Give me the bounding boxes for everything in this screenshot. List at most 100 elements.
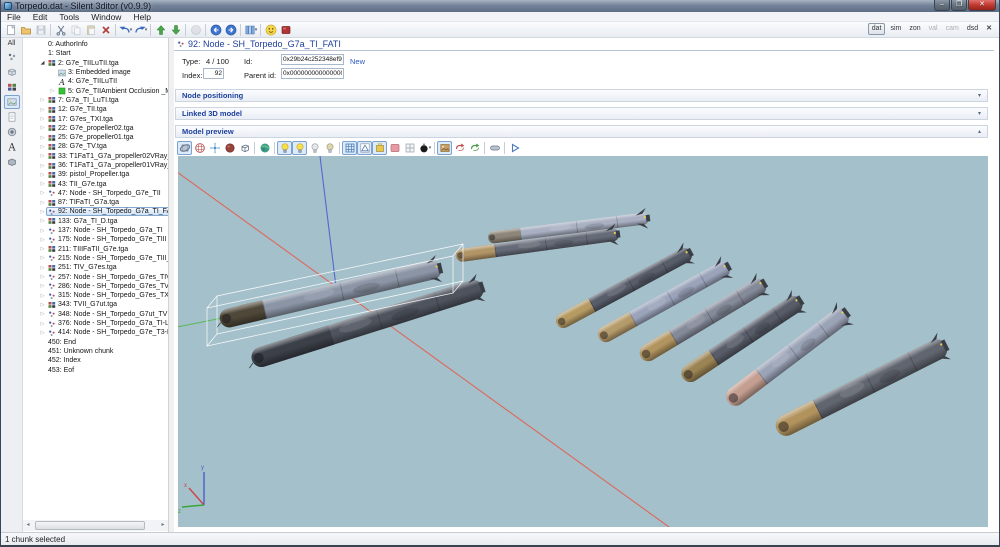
tree-item-content[interactable]: A4: G7e_TIILuTII (56, 77, 120, 86)
tree-item[interactable]: ▷47: Node - SH_Torpedo_G7e_TII (23, 189, 168, 198)
tree-item[interactable]: ▷414: Node - SH_Torpedo_G7e_T3-LuT2 (23, 328, 168, 337)
tree-item-content[interactable]: 92: Node - SH_Torpedo_G7a_TI_FATI (46, 207, 168, 216)
scroll-right-arrow[interactable]: ▸ (158, 520, 168, 531)
validate-button[interactable] (188, 23, 203, 37)
wire-overlay-button[interactable] (402, 141, 417, 155)
undo-button[interactable]: ▾ (118, 23, 133, 37)
menu-file[interactable]: File (1, 12, 27, 22)
expand-arrow-icon[interactable]: ▷ (39, 228, 46, 234)
tree-item[interactable]: 0: AuthorInfo (23, 40, 168, 49)
bg-color-dropdown-arrow[interactable]: ▾ (429, 145, 432, 151)
expand-arrow-icon[interactable]: ▷ (39, 144, 46, 150)
environment-button[interactable] (257, 141, 272, 155)
tree-item-content[interactable]: 28: G7e_TV.tga (46, 142, 110, 151)
parent-id-input[interactable] (281, 68, 344, 79)
tree-item-content[interactable]: 12: G7e_TII.tga (46, 105, 110, 114)
bg-color-button[interactable]: ▾ (417, 141, 432, 155)
tab-sim[interactable]: sim (887, 24, 904, 34)
expand-arrow-icon[interactable]: ▷ (39, 311, 46, 317)
tree-item[interactable]: ▷87: TIFaTI_G7a.tga (23, 198, 168, 207)
capsule-tool-button[interactable] (487, 141, 502, 155)
expand-arrow-icon[interactable]: ◢ (39, 60, 46, 66)
filter-cameras-button[interactable] (4, 125, 20, 139)
expand-arrow-icon[interactable]: ▷ (39, 200, 46, 206)
tree-item[interactable]: ▷137: Node - SH_Torpedo_G7a_TI (23, 226, 168, 235)
tree-item[interactable]: ▷33: T1FaT1_G7a_propeller02VRay_Complete… (23, 152, 168, 161)
tree-item[interactable]: ▷315: Node - SH_Torpedo_G7es_TXI (23, 291, 168, 300)
tree-item-content[interactable]: 3: Embedded image (56, 68, 134, 77)
section-collapse-icon[interactable]: ▴ (978, 128, 981, 135)
paste-button[interactable] (83, 23, 98, 37)
expand-arrow-icon[interactable]: ▷ (39, 116, 46, 122)
wire-sphere-button[interactable] (192, 141, 207, 155)
columns-dropdown-arrow[interactable]: ▾ (255, 27, 258, 33)
cut-button[interactable] (53, 23, 68, 37)
expand-arrow-icon[interactable]: ▷ (39, 255, 46, 261)
expand-arrow-icon[interactable]: ▷ (39, 190, 46, 196)
tab-dat[interactable]: dat (868, 23, 886, 35)
tab-dsd[interactable]: dsd (964, 24, 981, 34)
reload-red-button[interactable] (452, 141, 467, 155)
tree-item[interactable]: ▷39: pistol_Propeller.tga (23, 170, 168, 179)
tree-item-content[interactable]: 0: AuthorInfo (46, 40, 91, 49)
scroll-thumb[interactable] (35, 521, 145, 530)
show-grid-button[interactable] (342, 141, 357, 155)
tree-item-content[interactable]: 17: G7es_TXI.tga (46, 115, 116, 124)
restore-button[interactable]: ❐ (951, 0, 967, 11)
filter-materials-button[interactable] (4, 80, 20, 94)
tree-item-content[interactable]: 315: Node - SH_Torpedo_G7es_TXI (46, 291, 168, 300)
tree-item[interactable]: 452: Index (23, 356, 168, 365)
tree-item[interactable]: ▷211: TIIIFaTII_G7e.tga (23, 245, 168, 254)
tree-item[interactable]: 3: Embedded image (23, 68, 168, 77)
menu-help[interactable]: Help (127, 12, 156, 22)
tree-item[interactable]: ▷17: G7es_TXI.tga (23, 114, 168, 123)
tree-item-content[interactable]: 87: TIFaTI_G7a.tga (46, 198, 122, 207)
expand-arrow-icon[interactable]: ▷ (39, 330, 46, 336)
expand-arrow-icon[interactable]: ▷ (39, 218, 46, 224)
highlight-chunk-button[interactable] (387, 141, 402, 155)
minimize-button[interactable]: – (934, 0, 950, 11)
tree-item[interactable]: 453: Eof (23, 365, 168, 374)
tree-item[interactable]: ▷7: G7a_TI_LuTI.tga (23, 96, 168, 105)
new-button[interactable] (3, 23, 18, 37)
filter-images-button[interactable] (4, 95, 20, 109)
tree-item-content[interactable]: 5: G7e_TIIAmbient Occlusion _MR_.tga (56, 87, 168, 96)
light-4-button[interactable] (322, 141, 337, 155)
model-viewport[interactable]: yxz (178, 156, 988, 527)
tree-item[interactable]: ◢2: G7e_TIILuTII.tga (23, 59, 168, 68)
expand-arrow-icon[interactable]: ▷ (39, 97, 46, 103)
tree-item[interactable]: 1: Start (23, 49, 168, 58)
scroll-left-arrow[interactable]: ◂ (23, 520, 33, 531)
redo-button[interactable]: ▾ (133, 23, 148, 37)
show-lights-button[interactable] (372, 141, 387, 155)
tree-item[interactable]: ▷43: TII_G7e.tga (23, 179, 168, 188)
tree-item[interactable]: ▷215: Node - SH_Torpedo_G7e_TIII_FATII (23, 254, 168, 263)
light-3-button[interactable] (307, 141, 322, 155)
tree-item-content[interactable]: 451: Unknown chunk (46, 347, 116, 356)
tree-item[interactable]: ▷348: Node - SH_Torpedo_G7ut_TVII (23, 310, 168, 319)
redo-dropdown-arrow[interactable]: ▾ (145, 27, 148, 33)
tree-item-content[interactable]: 43: TII_G7e.tga (46, 180, 110, 189)
tree-horizontal-scrollbar[interactable]: ◂ ▸ (23, 520, 168, 531)
tree-item-content[interactable]: 414: Node - SH_Torpedo_G7e_T3-LuT2 (46, 328, 168, 337)
light-1-button[interactable] (277, 141, 292, 155)
tree-item-content[interactable]: 453: Eof (46, 366, 77, 375)
tree-item-content[interactable]: 36: T1FaT1_G7a_propeller01VRay_CompleteM… (46, 161, 168, 170)
tree-item[interactable]: ▷12: G7e_TII.tga (23, 105, 168, 114)
expand-arrow-icon[interactable]: ▷ (39, 135, 46, 141)
section-expand-icon[interactable]: ▾ (978, 110, 981, 117)
section-node-positioning[interactable]: Node positioning▾ (175, 89, 988, 102)
show-normals-button[interactable] (357, 141, 372, 155)
animate-play-button[interactable] (507, 141, 522, 155)
solid-sphere-button[interactable] (222, 141, 237, 155)
scroll-track[interactable] (33, 521, 158, 530)
tree-item-content[interactable]: 33: T1FaT1_G7a_propeller02VRay_CompleteM… (46, 152, 168, 161)
tree-item-content[interactable]: 211: TIIIFaTII_G7e.tga (46, 245, 131, 254)
expand-arrow-icon[interactable]: ▷ (39, 172, 46, 178)
expand-arrow-icon[interactable]: ▷ (39, 107, 46, 113)
filter-other-button[interactable] (4, 155, 20, 169)
tree-item[interactable]: ▷25: G7e_propeller01.tga (23, 133, 168, 142)
tree-item-content[interactable]: 175: Node - SH_Torpedo_G7e_TIII (46, 235, 168, 244)
copy-button[interactable] (68, 23, 83, 37)
expand-arrow-icon[interactable]: ▷ (39, 153, 46, 159)
